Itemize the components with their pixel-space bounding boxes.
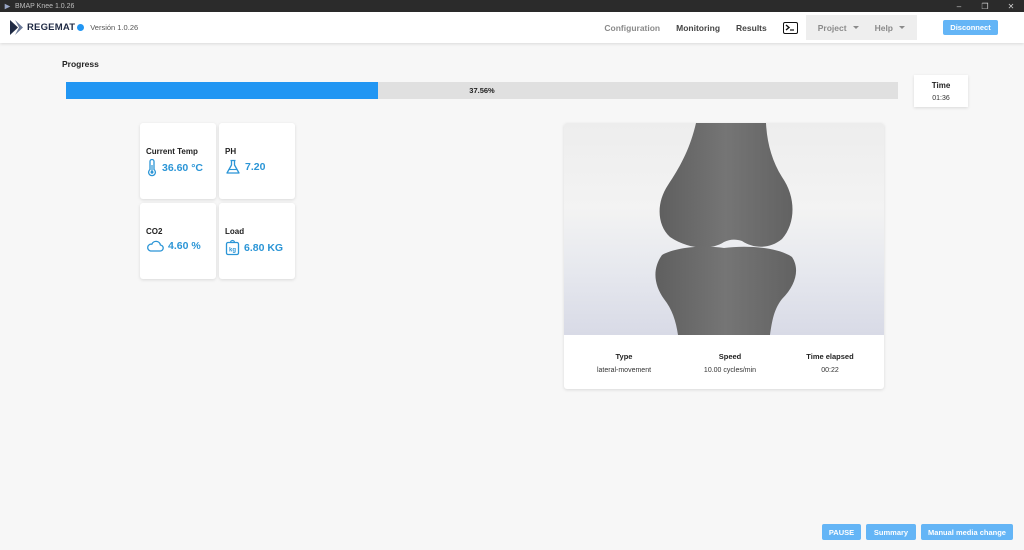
summary-button[interactable]: Summary <box>866 524 916 540</box>
chevron-down-icon <box>899 26 905 29</box>
sensor-label: CO2 <box>146 227 163 236</box>
disconnect-button[interactable]: Disconnect <box>943 20 998 35</box>
tibia-shape <box>655 246 797 335</box>
movement-type-label: Type <box>615 352 633 361</box>
chevron-down-icon <box>852 26 859 29</box>
window-title: BMAP Knee 1.0.26 <box>15 2 75 10</box>
sensor-value: 36.60 °C <box>162 162 203 174</box>
sensor-value: 7.20 <box>245 161 266 173</box>
progress-percent: 37.56% <box>469 86 495 95</box>
nav-menu: Configuration Monitoring Results Project… <box>596 12 1024 43</box>
brand-dot-icon <box>77 24 85 31</box>
terminal-icon[interactable] <box>782 21 798 34</box>
flask-icon <box>226 159 240 174</box>
knee-3d-viewport[interactable] <box>564 123 884 335</box>
minimize-button[interactable]: – <box>946 0 972 12</box>
sensor-value: 6.80 KG <box>244 241 284 254</box>
weight-kg-icon: kg <box>225 239 240 256</box>
terminal-prompt-icon <box>785 24 795 31</box>
sensor-card-co2: CO2 4.60 % <box>140 203 216 279</box>
nav-results[interactable]: Results <box>736 23 767 33</box>
time-value: 01:36 <box>932 95 950 102</box>
window-controls: – ❐ ✕ <box>946 0 1024 12</box>
sensor-label: Current Temp <box>146 147 198 156</box>
window-titlebar: BMAP Knee 1.0.26 – ❐ ✕ <box>0 0 1024 12</box>
sensor-card-load: Load kg 6.80 KG <box>219 203 295 279</box>
app-version: Versión 1.0.26 <box>90 23 139 32</box>
regemat-logo-icon <box>10 20 23 35</box>
movement-elapsed-value: 00:22 <box>821 367 839 374</box>
maximize-button[interactable]: ❐ <box>972 0 998 12</box>
movement-info: Type lateral-movement Speed 10.00 cycles… <box>564 335 884 389</box>
nav-monitoring[interactable]: Monitoring <box>676 23 720 33</box>
thermometer-icon <box>147 159 157 177</box>
close-window-button[interactable]: ✕ <box>998 0 1024 12</box>
knee-model-illustration <box>655 123 797 335</box>
dropdown-group: Project Help <box>805 15 917 40</box>
movement-type-value: lateral-movement <box>596 367 652 374</box>
project-dropdown[interactable]: Project <box>818 23 859 33</box>
time-card: Time 01:36 <box>914 75 968 107</box>
svg-text:kg: kg <box>229 248 236 254</box>
top-navbar: REGEMAT Versión 1.0.26 Configuration Mon… <box>0 12 1024 43</box>
help-dropdown-label: Help <box>874 22 893 33</box>
movement-speed-label: Speed <box>718 352 742 361</box>
femur-shape <box>659 123 793 248</box>
progress-bar: 37.56% <box>66 82 898 99</box>
sensor-label: PH <box>225 147 237 156</box>
movement-type: Type lateral-movement <box>574 352 674 374</box>
sensor-card-temperature: Current Temp 36.60 °C <box>140 123 216 199</box>
help-dropdown[interactable]: Help <box>875 23 905 33</box>
time-label: Time <box>931 81 951 90</box>
sensor-value: 4.60 % <box>168 240 201 252</box>
manual-media-change-button[interactable]: Manual media change <box>921 524 1013 540</box>
app-logo-icon <box>4 3 11 9</box>
movement-speed-value: 10.00 cycles/min <box>703 367 757 374</box>
brand-logo[interactable]: REGEMAT Versión 1.0.26 <box>9 19 138 36</box>
movement-elapsed-label: Time elapsed <box>806 352 854 361</box>
movement-elapsed: Time elapsed 00:22 <box>780 352 880 374</box>
knee-viewer-card: Type lateral-movement Speed 10.00 cycles… <box>564 123 884 389</box>
sensor-label: Load <box>225 227 245 236</box>
cloud-icon <box>147 240 164 252</box>
progress-title: Progress <box>62 59 99 69</box>
pause-button[interactable]: PAUSE <box>822 524 861 540</box>
sensor-card-ph: PH 7.20 <box>219 123 295 199</box>
brand-name: REGEMAT <box>27 22 76 33</box>
nav-configuration[interactable]: Configuration <box>604 23 660 33</box>
project-dropdown-label: Project <box>817 22 847 33</box>
movement-speed: Speed 10.00 cycles/min <box>680 352 780 374</box>
